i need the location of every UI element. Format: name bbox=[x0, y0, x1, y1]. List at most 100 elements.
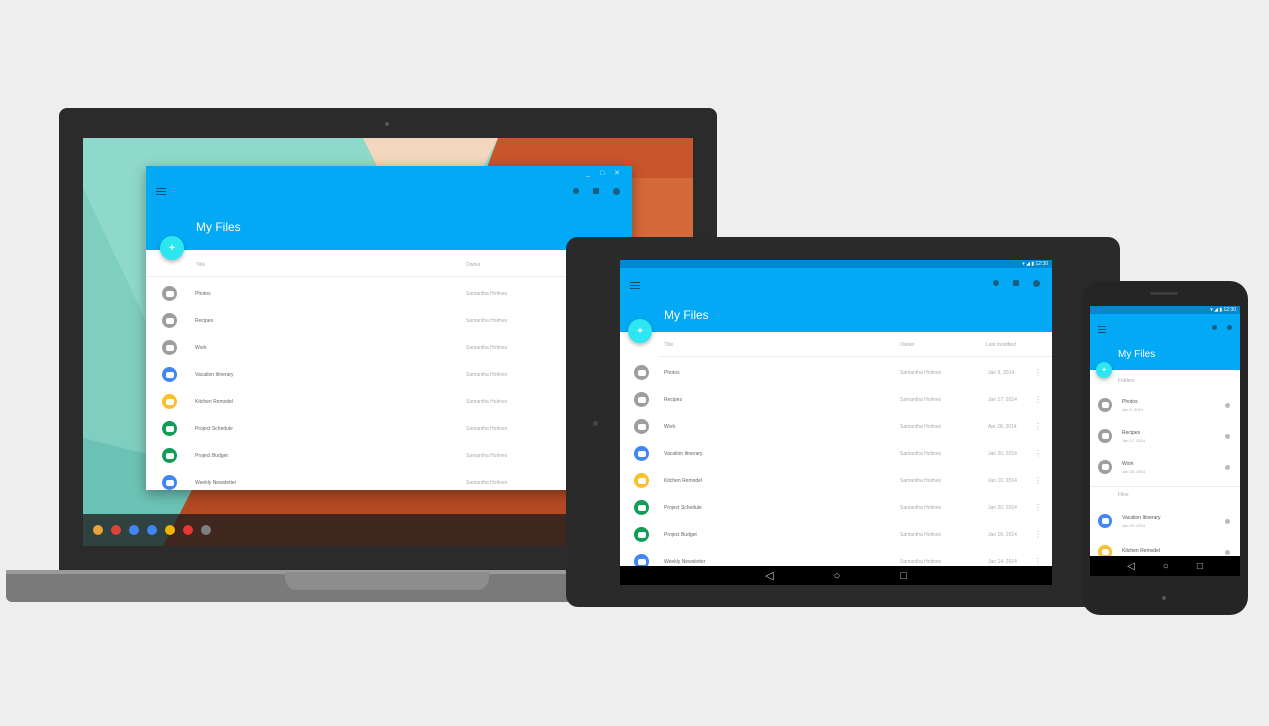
file-owner: Samantha Holmes bbox=[900, 504, 942, 511]
add-fab-button[interactable]: + bbox=[628, 319, 652, 343]
column-header-owner[interactable]: Owner bbox=[466, 262, 481, 268]
search-icon[interactable] bbox=[993, 280, 999, 286]
youtube-icon[interactable] bbox=[183, 525, 193, 535]
status-icons: ▾ ◢ ▮ bbox=[1022, 261, 1036, 267]
document-icon bbox=[634, 446, 649, 461]
file-name: Vacation Itinerary bbox=[1122, 514, 1161, 521]
file-name: Project Budget bbox=[195, 452, 228, 459]
more-icon[interactable] bbox=[1033, 280, 1040, 287]
table-row[interactable]: Project Schedule Samantha Holmes Jan 20, 2… bbox=[620, 494, 1052, 521]
more-icon[interactable]: ⋮ bbox=[1034, 530, 1042, 539]
more-icon[interactable]: ⋮ bbox=[1034, 368, 1042, 377]
menu-icon[interactable] bbox=[630, 282, 640, 289]
document-icon bbox=[162, 421, 177, 436]
more-icon[interactable]: ⋮ bbox=[1034, 422, 1042, 431]
file-name: Weekly Newsletter bbox=[664, 558, 706, 565]
table-row[interactable]: Photos Samantha Holmes bbox=[146, 280, 632, 307]
info-icon[interactable] bbox=[1225, 433, 1230, 439]
info-icon[interactable] bbox=[1225, 464, 1230, 470]
status-time: 12:30 bbox=[1223, 307, 1236, 313]
info-icon[interactable] bbox=[1225, 518, 1230, 524]
table-row[interactable]: Recipes Samantha Holmes bbox=[146, 307, 632, 334]
laptop-notch bbox=[285, 572, 489, 590]
menu-icon[interactable] bbox=[156, 188, 166, 195]
search-icon[interactable] bbox=[573, 188, 579, 194]
apps-icon[interactable] bbox=[201, 525, 211, 535]
more-icon[interactable]: ⋮ bbox=[1034, 449, 1042, 458]
table-row[interactable]: Recipes Samantha Holmes Jan 17, 2014 ⋮ bbox=[620, 386, 1052, 413]
more-icon[interactable] bbox=[1227, 325, 1232, 330]
more-icon[interactable]: ⋮ bbox=[1034, 503, 1042, 512]
file-date: Jan 28, 2014 bbox=[1122, 468, 1146, 474]
table-row[interactable]: Project Budget Samantha Holmes bbox=[146, 442, 632, 469]
folder-row[interactable]: Photos Jan 9, 2014 bbox=[1090, 390, 1240, 420]
file-name: Work bbox=[195, 344, 207, 351]
column-header-title[interactable]: Title bbox=[196, 262, 205, 268]
table-row[interactable]: Photos Samantha Holmes Jan 9, 2014 ⋮ bbox=[620, 359, 1052, 386]
column-header-last-modified[interactable]: Last modified bbox=[986, 342, 1016, 348]
file-date: Jan 20, 2014 bbox=[988, 450, 1017, 457]
file-date: Jan 9, 2014 bbox=[1122, 406, 1143, 412]
file-owner: Samantha Holmes bbox=[466, 425, 508, 432]
folder-row[interactable]: Recipes Jan 17, 2014 bbox=[1090, 421, 1240, 451]
tablet-status-bar: ▾ ◢ ▮ 12:30 bbox=[620, 260, 1052, 268]
table-row[interactable]: Project Budget Samantha Holmes Jan 16, 201… bbox=[620, 521, 1052, 548]
info-icon[interactable] bbox=[1225, 402, 1230, 408]
folder-row[interactable]: Work Jan 28, 2014 bbox=[1090, 452, 1240, 482]
file-name: Kitchen Remodel bbox=[1122, 548, 1161, 554]
document-icon bbox=[162, 394, 177, 409]
page-title: My Files bbox=[1118, 349, 1156, 360]
table-row[interactable]: Kitchen Remodel Samantha Holmes bbox=[146, 388, 632, 415]
more-icon[interactable]: ⋮ bbox=[1034, 476, 1042, 485]
drive-icon[interactable] bbox=[165, 525, 175, 535]
files-icon[interactable] bbox=[147, 525, 157, 535]
table-row[interactable]: Vacation Itinerary Samantha Holmes bbox=[146, 361, 632, 388]
table-row[interactable]: Work Samantha Holmes bbox=[146, 334, 632, 361]
view-icon[interactable] bbox=[593, 188, 599, 194]
back-button[interactable]: ◁ bbox=[1127, 561, 1135, 572]
recents-button[interactable]: □ bbox=[1197, 561, 1203, 572]
folder-icon bbox=[162, 340, 177, 355]
more-icon[interactable]: ⋮ bbox=[1034, 557, 1042, 566]
file-name: Recipes bbox=[664, 396, 683, 403]
table-row[interactable]: Vacation Itinerary Samantha Holmes Jan 20,… bbox=[620, 440, 1052, 467]
back-button[interactable]: ◁ bbox=[765, 569, 773, 582]
gmail-icon[interactable] bbox=[111, 525, 121, 535]
table-row[interactable]: Work Samantha Holmes Apr 28, 2014 ⋮ bbox=[620, 413, 1052, 440]
file-date: Apr 28, 2014 bbox=[988, 423, 1017, 430]
table-row[interactable]: Kitchen Remodel Samantha Holmes Jan 10, 20… bbox=[620, 467, 1052, 494]
table-row[interactable]: Project Schedule Samantha Holmes bbox=[146, 415, 632, 442]
more-icon[interactable]: ⋮ bbox=[1034, 395, 1042, 404]
more-icon[interactable] bbox=[613, 188, 620, 195]
column-header-owner[interactable]: Owner bbox=[900, 342, 915, 348]
window-controls[interactable]: _ □ ✕ bbox=[586, 169, 624, 177]
file-name: Photos bbox=[664, 369, 680, 376]
file-name: Kitchen Remodel bbox=[664, 477, 703, 484]
file-name: Work bbox=[664, 423, 676, 430]
file-name: Weekly Newsletter bbox=[195, 479, 237, 486]
view-icon[interactable] bbox=[1013, 280, 1019, 286]
docs-icon[interactable] bbox=[129, 525, 139, 535]
info-icon[interactable] bbox=[1225, 549, 1230, 555]
file-name: Project Schedule bbox=[195, 425, 233, 432]
home-button[interactable]: ○ bbox=[1163, 561, 1169, 572]
add-fab-button[interactable]: + bbox=[1096, 362, 1112, 378]
menu-icon[interactable] bbox=[1098, 326, 1106, 333]
add-fab-button[interactable]: + bbox=[160, 236, 184, 260]
tablet-nav-bar: ◁ ○ □ bbox=[620, 566, 1052, 585]
file-owner: Samantha Holmes bbox=[466, 479, 508, 486]
status-time: 12:30 bbox=[1035, 261, 1048, 267]
home-button[interactable]: ○ bbox=[834, 570, 841, 582]
recents-button[interactable]: □ bbox=[900, 570, 907, 582]
column-header-title[interactable]: Title bbox=[664, 342, 673, 348]
header-divider bbox=[660, 356, 1052, 357]
search-icon[interactable] bbox=[1212, 325, 1217, 330]
file-row[interactable]: Vacation Itinerary Jan 20, 2014 bbox=[1090, 506, 1240, 536]
file-owner: Samantha Holmes bbox=[900, 477, 942, 484]
file-name: Photos bbox=[1122, 398, 1138, 405]
folder-icon bbox=[1098, 429, 1112, 443]
table-row[interactable]: Weekly Newsletter Samantha Holmes bbox=[146, 469, 632, 490]
chrome-icon[interactable] bbox=[93, 525, 103, 535]
app-bar: _ □ ✕ My Files bbox=[146, 166, 632, 250]
file-owner: Samantha Holmes bbox=[900, 558, 942, 565]
